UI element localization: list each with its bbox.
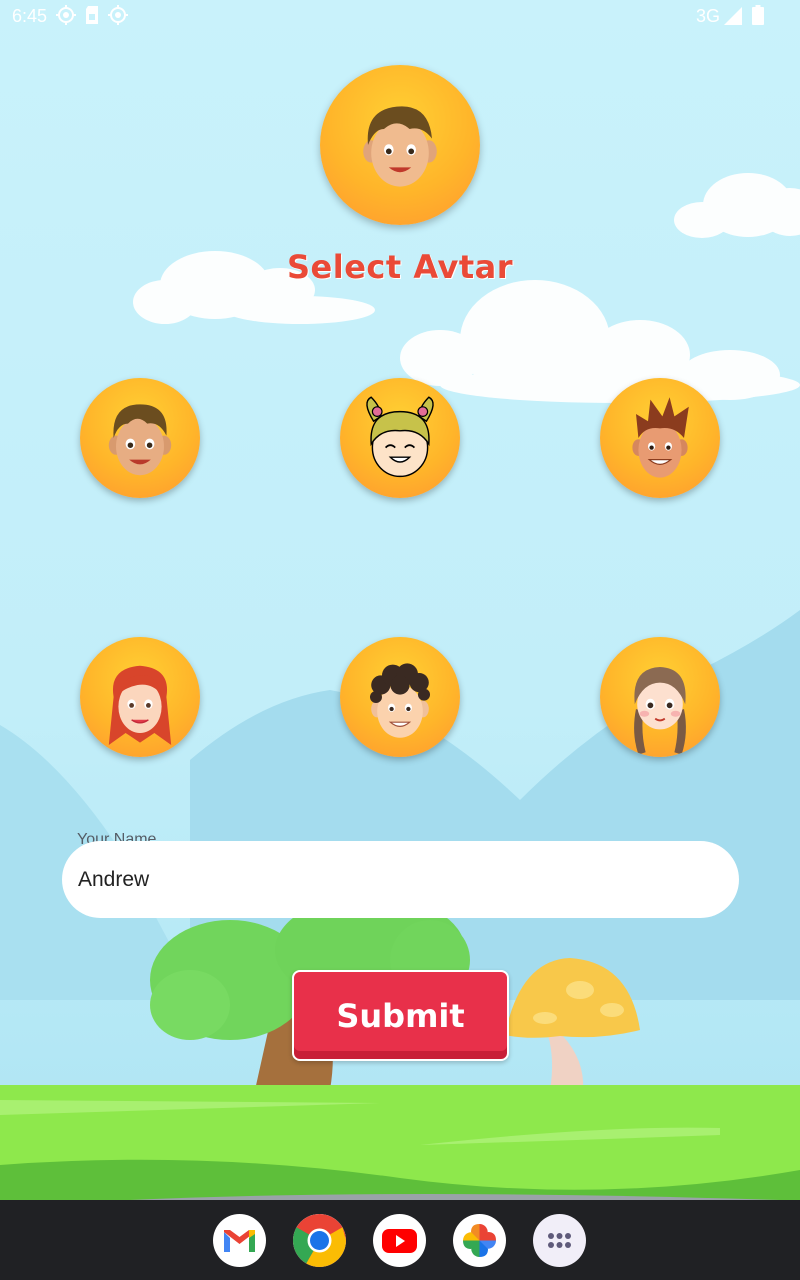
boy-curly-hair-icon [370, 663, 430, 738]
sim-card-icon [86, 6, 98, 24]
location-target-icon [108, 5, 128, 25]
location-target-icon [56, 5, 76, 25]
selected-avatar-preview [320, 65, 480, 225]
avatar-option-boy-curly-hair[interactable] [340, 637, 460, 757]
gmail-icon [224, 1230, 255, 1252]
status-time: 6:45 [12, 6, 48, 26]
navigation-dock [0, 1200, 800, 1280]
girl-braids-icon [634, 667, 686, 755]
girl-red-hair-icon [108, 665, 172, 745]
chrome-icon [293, 1214, 346, 1267]
cloud-right [674, 173, 800, 238]
status-notification-icons [56, 5, 128, 25]
chrome-app[interactable] [293, 1214, 346, 1267]
youtube-app[interactable] [373, 1214, 426, 1267]
gmail-app[interactable] [213, 1214, 266, 1267]
avatar-option-boy-brown-hair[interactable] [80, 378, 200, 498]
avatar-option-girl-braids[interactable] [600, 637, 720, 757]
photos-app[interactable] [453, 1214, 506, 1267]
battery-icon [752, 5, 764, 25]
grass [0, 1085, 800, 1200]
signal-icon [724, 7, 742, 25]
app-drawer-icon [548, 1233, 571, 1248]
app-drawer[interactable] [533, 1214, 586, 1267]
youtube-icon [382, 1229, 417, 1253]
girl-pigtails-icon [366, 396, 434, 478]
avatar-option-girl-pigtails[interactable] [340, 378, 460, 498]
name-input[interactable] [62, 841, 739, 918]
cloud-center [400, 280, 800, 403]
network-type: 3G [695, 6, 720, 26]
photos-icon [463, 1224, 496, 1257]
boy-brown-hair-icon [363, 106, 437, 187]
boy-brown-hair-icon [108, 404, 172, 476]
status-bar: 6:45 3G [0, 0, 800, 32]
submit-button[interactable]: Submit [292, 970, 509, 1061]
page-title: Select Avtar [287, 248, 513, 286]
avatar-option-girl-red-hair[interactable] [80, 637, 200, 757]
avatar-option-boy-spiky-hair[interactable] [600, 378, 720, 498]
boy-spiky-hair-icon [632, 397, 689, 478]
